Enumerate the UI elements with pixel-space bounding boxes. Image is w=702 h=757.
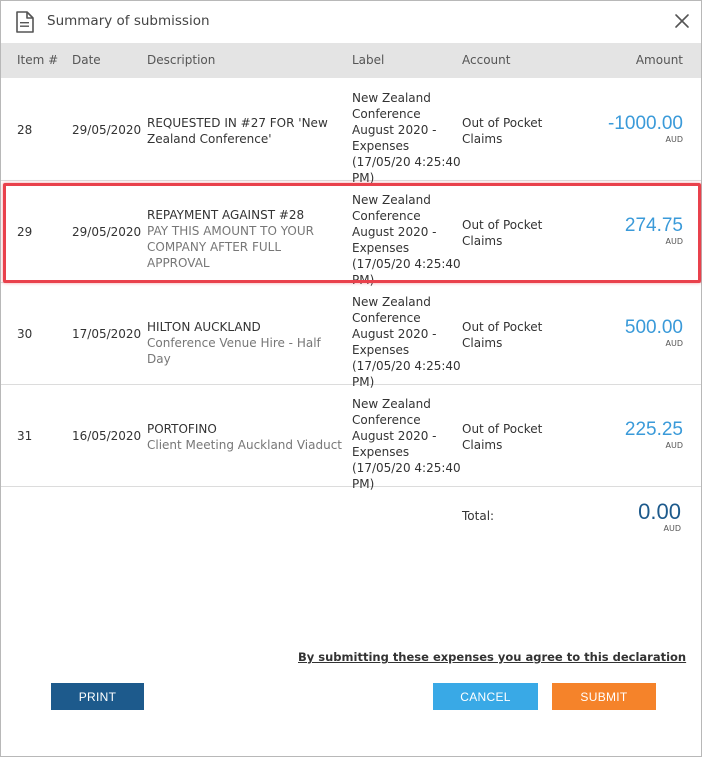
row-account: Out of Pocket Claims [462, 116, 543, 146]
header-amount: Amount [635, 53, 683, 67]
table-row[interactable]: 29 29/05/2020 REPAYMENT AGAINST #28 PAY … [1, 181, 701, 287]
row-description-sub: Conference Venue Hire - Half Day [147, 336, 321, 366]
dialog-titlebar: Summary of submission [1, 1, 701, 42]
row-date: 16/05/2020 [72, 429, 142, 443]
row-label: New Zealand Conference August 2020 - Exp… [352, 295, 461, 389]
row-amount: 500.00 [624, 317, 683, 338]
header-date: Date [72, 53, 101, 67]
document-icon [16, 11, 34, 33]
row-description-main: HILTON AUCKLAND [147, 320, 261, 334]
table-header: Item # Date Description Label Account Am… [1, 43, 701, 78]
row-item: 31 [17, 429, 33, 443]
total-currency: AUD [663, 524, 682, 533]
row-description: HILTON AUCKLAND Conference Venue Hire - … [147, 319, 347, 367]
header-label: Label [352, 53, 385, 67]
cancel-button[interactable]: CANCEL [433, 683, 538, 710]
close-icon[interactable] [673, 12, 691, 30]
row-label: New Zealand Conference August 2020 - Exp… [352, 193, 461, 287]
row-description-sub: Client Meeting Auckland Viaduct [147, 438, 342, 452]
table-row[interactable]: 31 16/05/2020 PORTOFINO Client Meeting A… [1, 385, 701, 491]
submission-dialog: Summary of submission Item # Date Descri… [0, 0, 702, 757]
row-date: 29/05/2020 [72, 225, 142, 239]
row-description: PORTOFINO Client Meeting Auckland Viaduc… [147, 421, 347, 453]
row-description-main: PORTOFINO [147, 422, 217, 436]
row-currency: AUD [665, 135, 684, 144]
row-description: REPAYMENT AGAINST #28 PAY THIS AMOUNT TO… [147, 207, 347, 271]
table-row[interactable]: 28 29/05/2020 REQUESTED IN #27 FOR 'New … [1, 79, 701, 185]
header-item: Item # [17, 53, 59, 67]
row-currency: AUD [665, 339, 684, 348]
row-amount: 225.25 [624, 419, 683, 440]
row-item: 28 [17, 123, 33, 137]
row-item: 29 [17, 225, 33, 239]
declaration-link[interactable]: By submitting these expenses you agree t… [298, 650, 686, 664]
print-button[interactable]: PRINT [51, 683, 144, 710]
row-label: New Zealand Conference August 2020 - Exp… [352, 397, 461, 491]
row-account: Out of Pocket Claims [462, 422, 543, 452]
row-amount: 274.75 [624, 215, 683, 236]
row-description-sub: PAY THIS AMOUNT TO YOUR COMPANY AFTER FU… [147, 224, 314, 270]
total-label: Total: [462, 509, 495, 523]
row-description-main: REQUESTED IN #27 FOR 'New Zealand Confer… [147, 116, 328, 146]
submit-button[interactable]: SUBMIT [552, 683, 656, 710]
row-currency: AUD [665, 441, 684, 450]
row-item: 30 [17, 327, 33, 341]
row-label: New Zealand Conference August 2020 - Exp… [352, 91, 461, 185]
row-currency: AUD [665, 237, 684, 246]
table-row[interactable]: 30 17/05/2020 HILTON AUCKLAND Conference… [1, 283, 701, 389]
row-date: 17/05/2020 [72, 327, 142, 341]
total-amount: 0.00 [638, 499, 681, 524]
row-account: Out of Pocket Claims [462, 218, 543, 248]
dialog-title: Summary of submission [47, 13, 210, 29]
row-amount: -1000.00 [607, 113, 683, 134]
row-account: Out of Pocket Claims [462, 320, 543, 350]
header-description: Description [147, 53, 216, 67]
header-account: Account [462, 53, 511, 67]
row-description: REQUESTED IN #27 FOR 'New Zealand Confer… [147, 115, 347, 147]
row-description-main: REPAYMENT AGAINST #28 [147, 208, 305, 222]
row-date: 29/05/2020 [72, 123, 142, 137]
